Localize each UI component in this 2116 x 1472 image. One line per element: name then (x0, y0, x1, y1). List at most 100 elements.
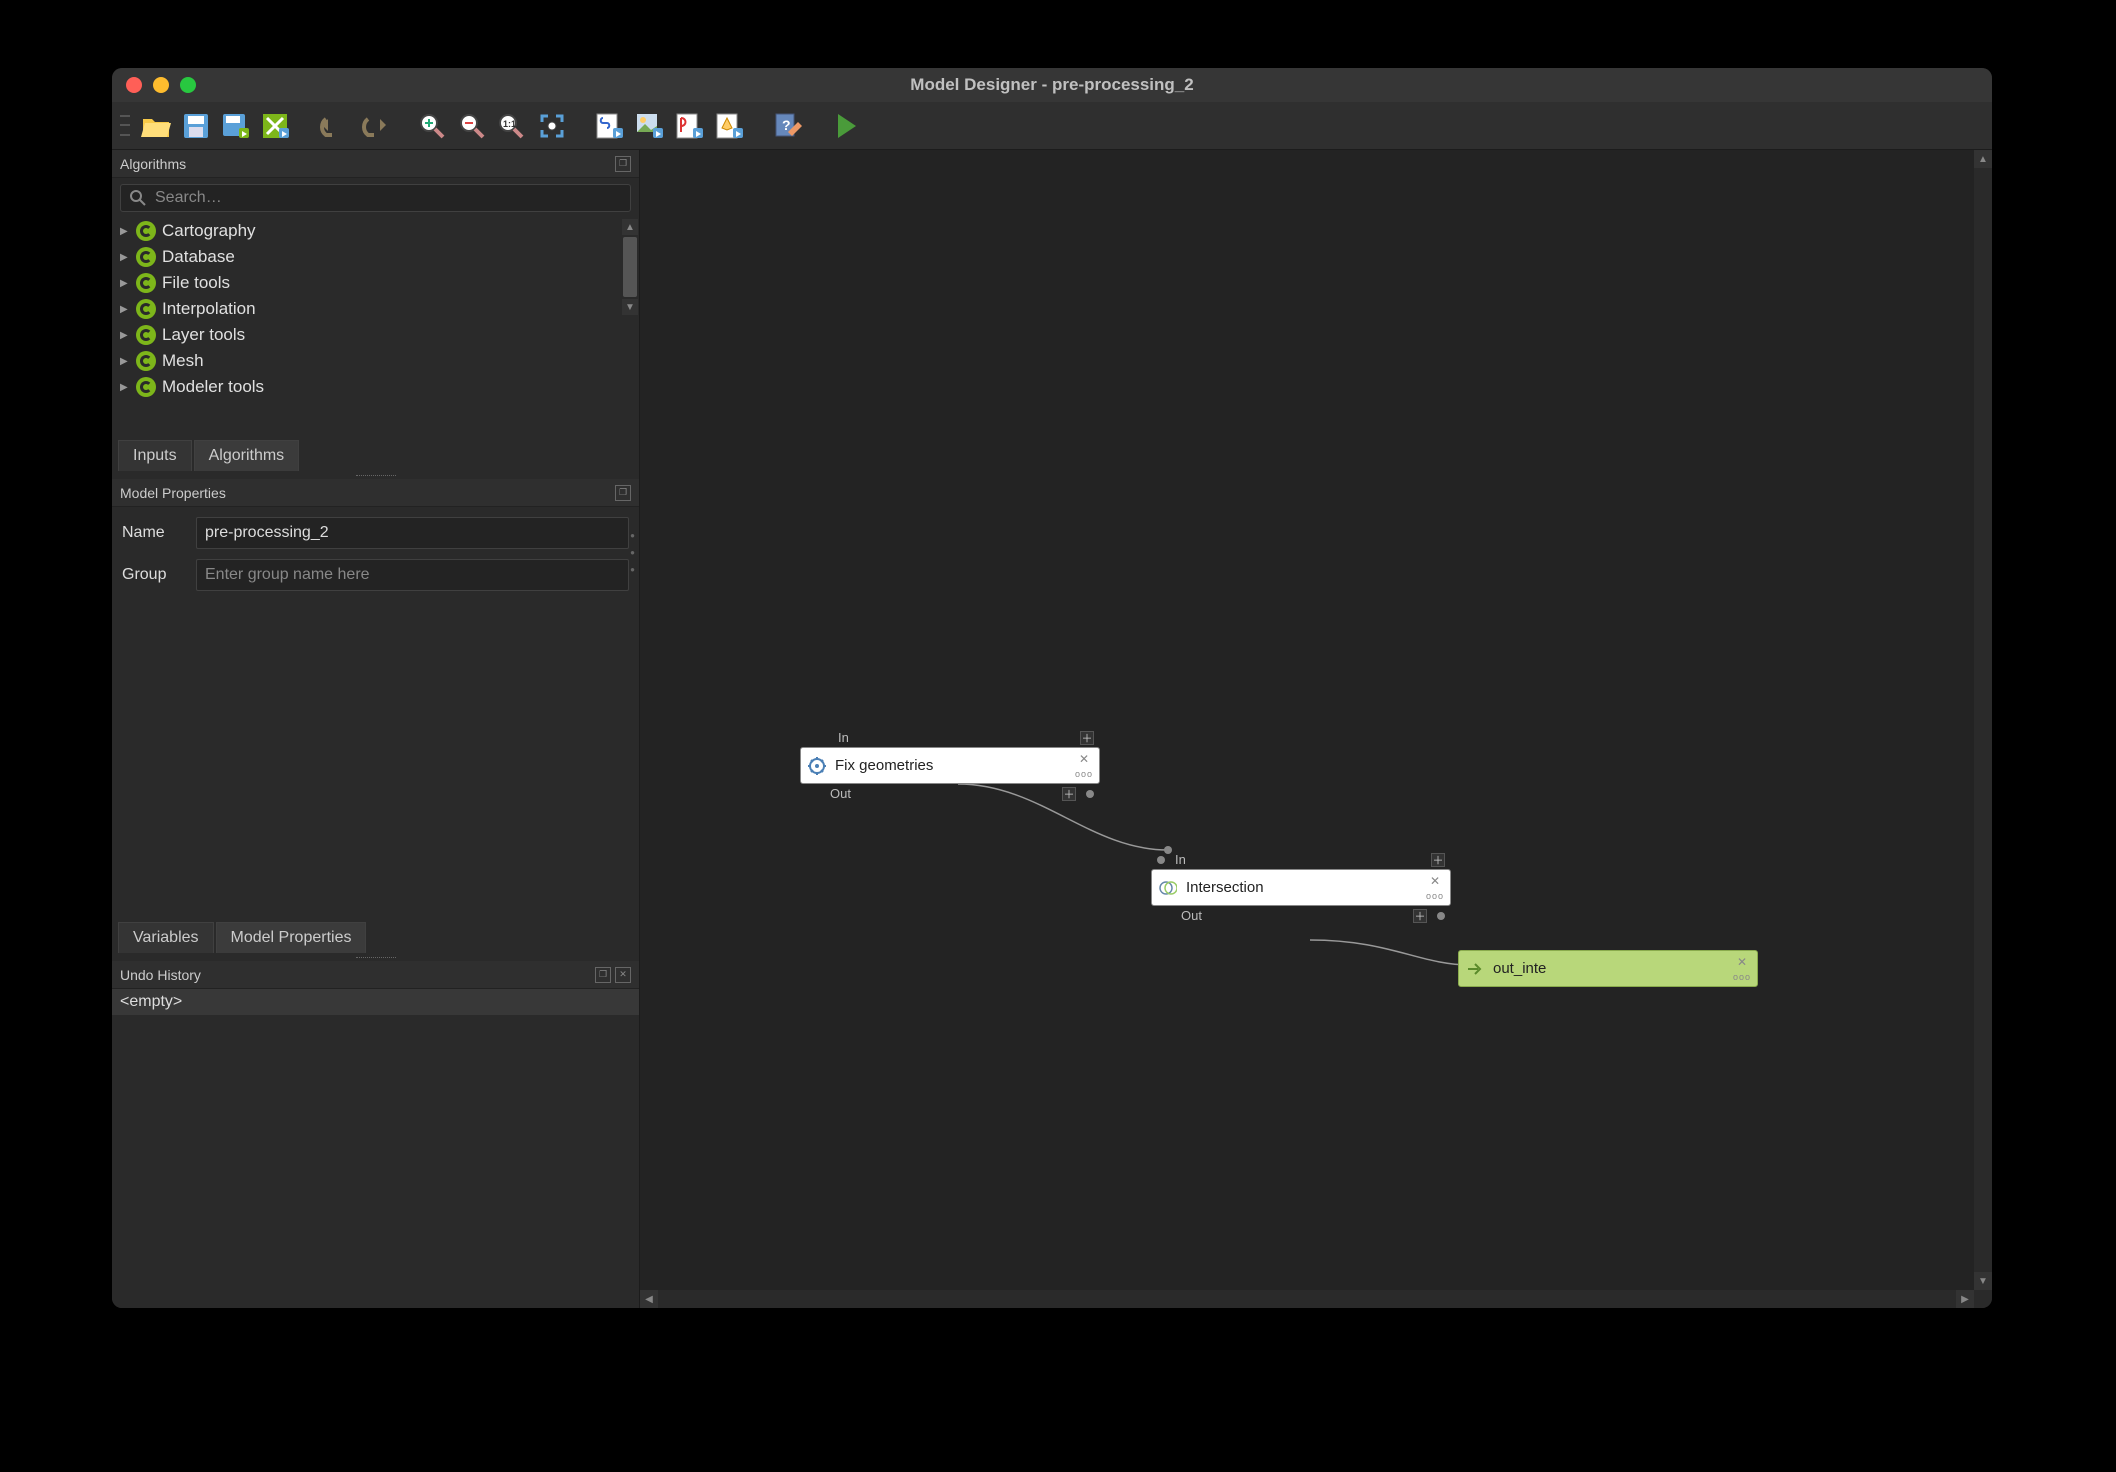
zoom-actual-button[interactable]: 1:1 (494, 108, 530, 144)
run-icon (834, 112, 858, 140)
out-port[interactable] (1437, 912, 1445, 920)
restore-panel-icon[interactable]: ❐ (615, 156, 631, 172)
out-port[interactable] (1086, 790, 1094, 798)
canvas-horizontal-scrollbar[interactable]: ◀ ▶ (640, 1290, 1974, 1308)
tab-model-properties[interactable]: Model Properties (216, 922, 367, 953)
model-group-label: Group (122, 566, 186, 584)
restore-panel-icon[interactable]: ❐ (595, 967, 611, 983)
add-out-port-button[interactable]: ＋ (1062, 787, 1076, 801)
node-intersection[interactable]: In ＋ Intersection ✕ ooo (1151, 850, 1451, 925)
canvas-vertical-scrollbar[interactable]: ▲ ▼ (1974, 150, 1992, 1290)
tab-algorithms[interactable]: Algorithms (194, 440, 300, 471)
scroll-up-button[interactable]: ▲ (1974, 150, 1992, 168)
undo-history-title: Undo History (120, 967, 201, 983)
node-close-icon[interactable]: ✕ (1737, 955, 1747, 969)
node-output-out-inte[interactable]: out_inte ✕ ooo (1458, 950, 1758, 987)
zoom-full-icon (538, 112, 566, 140)
export-svg-icon (715, 112, 745, 140)
export-python-button[interactable] (592, 108, 628, 144)
scroll-down-button[interactable]: ▼ (1974, 1272, 1992, 1290)
redo-button[interactable] (356, 108, 392, 144)
algorithm-search-box[interactable] (120, 184, 631, 212)
algorithm-item[interactable]: ▶Interpolation (112, 296, 621, 322)
model-canvas[interactable]: In ＋ Fix geometries ✕ ooo (640, 150, 1992, 1308)
algorithm-item[interactable]: ▶Layer tools (112, 322, 621, 348)
node-fix-geometries[interactable]: In ＋ Fix geometries ✕ ooo (800, 728, 1100, 803)
window-close-button[interactable] (126, 77, 142, 93)
algorithm-item-label: Mesh (162, 351, 204, 371)
algorithm-item-label: Interpolation (162, 299, 256, 319)
validate-model-button[interactable] (258, 108, 294, 144)
restore-panel-icon[interactable]: ❐ (615, 485, 631, 501)
algorithm-item[interactable]: ▶Modeler tools (112, 374, 621, 400)
export-pdf-button[interactable] (672, 108, 708, 144)
chevron-right-icon: ▶ (120, 226, 130, 237)
qgis-icon (136, 377, 156, 397)
undo-history-header: Undo History ❐ ✕ (112, 961, 639, 989)
node-menu-icon[interactable]: ooo (1733, 972, 1751, 982)
add-out-port-button[interactable]: ＋ (1413, 909, 1427, 923)
algorithm-tabs: Inputs Algorithms (112, 438, 639, 471)
model-name-input[interactable] (196, 517, 629, 549)
algorithm-tree[interactable]: ▶Cartography▶Database▶File tools▶Interpo… (112, 218, 639, 438)
model-group-input[interactable] (196, 559, 629, 591)
sidebar: Algorithms ❐ ▶Cartography▶Database▶File … (112, 150, 640, 1308)
open-model-button[interactable] (138, 108, 174, 144)
run-model-button[interactable] (828, 108, 864, 144)
zoom-in-button[interactable] (414, 108, 450, 144)
undo-history-item[interactable]: <empty> (112, 989, 639, 1015)
algorithm-item[interactable]: ▶File tools (112, 270, 621, 296)
toolbar-handle[interactable] (120, 112, 130, 140)
save-model-button[interactable] (178, 108, 214, 144)
scroll-right-button[interactable]: ▶ (1956, 1290, 1974, 1308)
add-in-port-button[interactable]: ＋ (1080, 731, 1094, 745)
qgis-icon (136, 221, 156, 241)
algorithm-item[interactable]: ▶Database (112, 244, 621, 270)
algorithm-tree-scrollbar[interactable]: ▲ ▼ (621, 218, 639, 438)
close-panel-icon[interactable]: ✕ (615, 967, 631, 983)
window-minimize-button[interactable] (153, 77, 169, 93)
panel-splitter[interactable] (112, 953, 639, 961)
zoom-full-button[interactable] (534, 108, 570, 144)
save-as-button[interactable] (218, 108, 254, 144)
qgis-icon (136, 351, 156, 371)
qgis-icon (136, 273, 156, 293)
chevron-right-icon: ▶ (120, 278, 130, 289)
save-as-icon (221, 112, 251, 140)
window-zoom-button[interactable] (180, 77, 196, 93)
window-title: Model Designer - pre-processing_2 (112, 75, 1992, 95)
node-menu-icon[interactable]: ooo (1426, 891, 1444, 901)
qgis-icon (136, 247, 156, 267)
node-close-icon[interactable]: ✕ (1079, 752, 1089, 766)
redo-icon (360, 115, 388, 137)
node-close-icon[interactable]: ✕ (1430, 874, 1440, 888)
export-image-button[interactable] (632, 108, 668, 144)
algorithm-item[interactable]: ▶Cartography (112, 218, 621, 244)
node-out-label: Out (1181, 908, 1202, 923)
tab-inputs[interactable]: Inputs (118, 440, 192, 471)
scroll-left-button[interactable]: ◀ (640, 1290, 658, 1308)
zoom-out-button[interactable] (454, 108, 490, 144)
node-in-label: In (1175, 852, 1186, 867)
node-in-label: In (838, 730, 849, 745)
undo-icon (320, 115, 348, 137)
panel-splitter[interactable] (112, 471, 639, 479)
export-image-icon (635, 112, 665, 140)
export-svg-button[interactable] (712, 108, 748, 144)
tab-variables[interactable]: Variables (118, 922, 214, 953)
node-title: Intersection (1186, 879, 1418, 896)
in-port[interactable] (1157, 856, 1165, 864)
undo-button[interactable] (316, 108, 352, 144)
node-title: Fix geometries (835, 757, 1067, 774)
node-menu-icon[interactable]: ooo (1075, 769, 1093, 779)
main-toolbar: 1:1 ? (112, 102, 1992, 150)
edit-help-button[interactable]: ? (770, 108, 806, 144)
panel-vgrip[interactable]: ● ● ● (628, 531, 637, 577)
model-designer-window: Model Designer - pre-processing_2 (112, 68, 1992, 1308)
chevron-right-icon: ▶ (120, 356, 130, 367)
algorithm-item[interactable]: ▶ Mesh (112, 348, 621, 374)
undo-history-list[interactable]: <empty> (112, 989, 639, 1308)
add-in-port-button[interactable]: ＋ (1431, 853, 1445, 867)
algorithm-search-input[interactable] (155, 189, 622, 207)
model-canvas-wrap: In ＋ Fix geometries ✕ ooo (640, 150, 1992, 1308)
